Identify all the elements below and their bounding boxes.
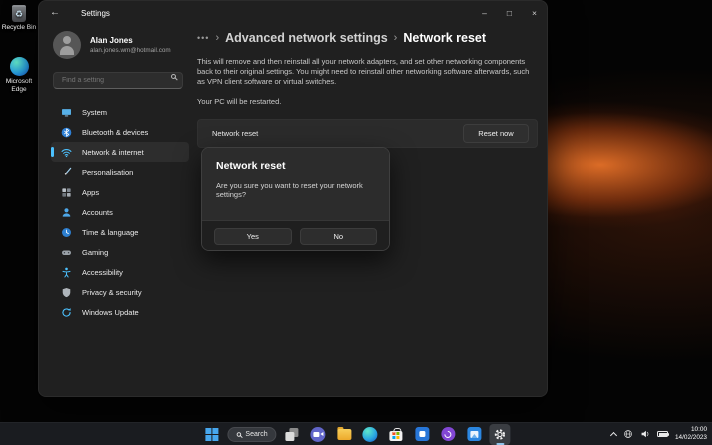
no-button[interactable]: No: [300, 228, 378, 245]
sidebar: Alan Jones alan.jones.wm@hotmail.com Sys…: [39, 25, 197, 322]
user-email: alan.jones.wm@hotmail.com: [90, 47, 171, 54]
blue-app-icon: [415, 427, 429, 441]
tray-time: 10:00: [675, 426, 707, 434]
purple-app-button[interactable]: [438, 424, 459, 445]
title-bar: ← Settings – □ ×: [39, 1, 547, 25]
desktop-icon-label: Recycle Bin: [2, 24, 36, 32]
maximize-button[interactable]: □: [497, 1, 522, 25]
task-view-button[interactable]: [282, 424, 303, 445]
yes-button[interactable]: Yes: [214, 228, 292, 245]
settings-app-button[interactable]: [490, 424, 511, 445]
breadcrumb-parent[interactable]: Advanced network settings: [225, 31, 388, 45]
sidebar-item-time-language[interactable]: Time & language: [51, 222, 189, 242]
dialog-footer: Yes No: [202, 220, 389, 251]
search-icon: [237, 432, 242, 437]
system-tray: 10:00 14/02/2023: [611, 423, 707, 445]
purple-app-icon: [441, 427, 455, 441]
chat-app-button[interactable]: [308, 424, 329, 445]
wifi-icon: [61, 147, 72, 158]
search-input[interactable]: [53, 72, 183, 89]
display-icon: [61, 107, 72, 118]
folder-icon: [337, 429, 351, 440]
taskbar-search[interactable]: Search: [227, 427, 276, 442]
avatar: [53, 31, 81, 59]
sidebar-item-network-internet[interactable]: Network & internet: [51, 142, 189, 162]
sidebar-item-system[interactable]: System: [51, 102, 189, 122]
sidebar-item-gaming[interactable]: Gaming: [51, 242, 189, 262]
recycle-bin-icon: ♻: [12, 5, 26, 22]
clock-icon: [61, 227, 72, 238]
microsoft-store-button[interactable]: [386, 424, 407, 445]
dialog-title: Network reset: [216, 160, 375, 172]
user-account[interactable]: Alan Jones alan.jones.wm@hotmail.com: [53, 31, 197, 59]
apps-grid-icon: [61, 187, 72, 198]
sidebar-item-windows-update[interactable]: Windows Update: [51, 302, 189, 322]
sidebar-item-accessibility[interactable]: Accessibility: [51, 262, 189, 282]
dialog-message: Are you sure you want to reset your netw…: [216, 181, 375, 199]
user-name: Alan Jones: [90, 36, 171, 45]
restart-note: Your PC will be restarted.: [197, 97, 538, 106]
page-title: Network reset: [403, 31, 486, 45]
desktop-icon-label: Microsoft Edge: [0, 78, 38, 93]
edge-icon: [363, 427, 378, 442]
tray-date: 14/02/2023: [675, 434, 707, 442]
card-label: Network reset: [212, 129, 258, 138]
file-explorer-button[interactable]: [334, 424, 355, 445]
reset-now-button[interactable]: Reset now: [463, 124, 529, 143]
chat-icon: [311, 427, 326, 442]
accessibility-icon: [61, 267, 72, 278]
sidebar-item-bluetooth-devices[interactable]: Bluetooth & devices: [51, 122, 189, 142]
dialog-body: Network reset Are you sure you want to r…: [202, 148, 389, 220]
window-controls: – □ ×: [472, 1, 547, 25]
minimize-button[interactable]: –: [472, 1, 497, 25]
breadcrumb: ••• › Advanced network settings › Networ…: [197, 31, 538, 45]
description-text: This will remove and then reinstall all …: [197, 57, 538, 87]
bluetooth-icon: [61, 127, 72, 138]
network-reset-card: Network reset Reset now: [197, 119, 538, 148]
shield-icon: [61, 287, 72, 298]
breadcrumb-ellipsis[interactable]: •••: [197, 33, 209, 43]
settings-window: ← Settings – □ × Alan Jones alan.jones.w…: [38, 0, 548, 397]
task-view-icon: [286, 428, 299, 441]
person-icon: [61, 207, 72, 218]
window-title: Settings: [81, 9, 110, 18]
search-icon: [171, 74, 176, 79]
blue-app-button[interactable]: [412, 424, 433, 445]
brush-icon: [61, 167, 72, 178]
taskbar-search-label: Search: [245, 431, 267, 438]
clock[interactable]: 10:00 14/02/2023: [675, 426, 707, 441]
sidebar-item-accounts[interactable]: Accounts: [51, 202, 189, 222]
sidebar-item-privacy-security[interactable]: Privacy & security: [51, 282, 189, 302]
photos-app-button[interactable]: [464, 424, 485, 445]
edge-icon: [10, 57, 29, 76]
controller-icon: [61, 247, 72, 258]
battery-icon[interactable]: [657, 431, 668, 437]
photos-app-icon: [467, 427, 481, 441]
network-reset-dialog: Network reset Are you sure you want to r…: [201, 147, 390, 251]
network-globe-icon[interactable]: [623, 429, 633, 439]
desktop-icon-recycle-bin[interactable]: ♻ Recycle Bin: [0, 5, 38, 32]
windows-logo-icon: [205, 428, 218, 441]
main-content: ••• › Advanced network settings › Networ…: [197, 25, 538, 148]
chevron-right-icon: ›: [394, 32, 398, 44]
taskbar: Search 10:00: [0, 422, 712, 445]
back-button[interactable]: ←: [50, 8, 60, 18]
sidebar-nav: System Bluetooth & devices Network & int…: [39, 102, 197, 322]
gear-icon: [494, 428, 507, 441]
edge-button[interactable]: [360, 424, 381, 445]
hidden-icons-chevron-icon[interactable]: [610, 431, 617, 438]
speaker-icon[interactable]: [640, 429, 650, 439]
sidebar-item-personalisation[interactable]: Personalisation: [51, 162, 189, 182]
close-button[interactable]: ×: [522, 1, 547, 25]
sidebar-item-apps[interactable]: Apps: [51, 182, 189, 202]
desktop-icon-microsoft-edge[interactable]: Microsoft Edge: [0, 57, 38, 93]
start-button[interactable]: [201, 424, 222, 445]
store-icon: [390, 428, 403, 441]
chevron-right-icon: ›: [215, 32, 219, 44]
update-icon: [61, 307, 72, 318]
